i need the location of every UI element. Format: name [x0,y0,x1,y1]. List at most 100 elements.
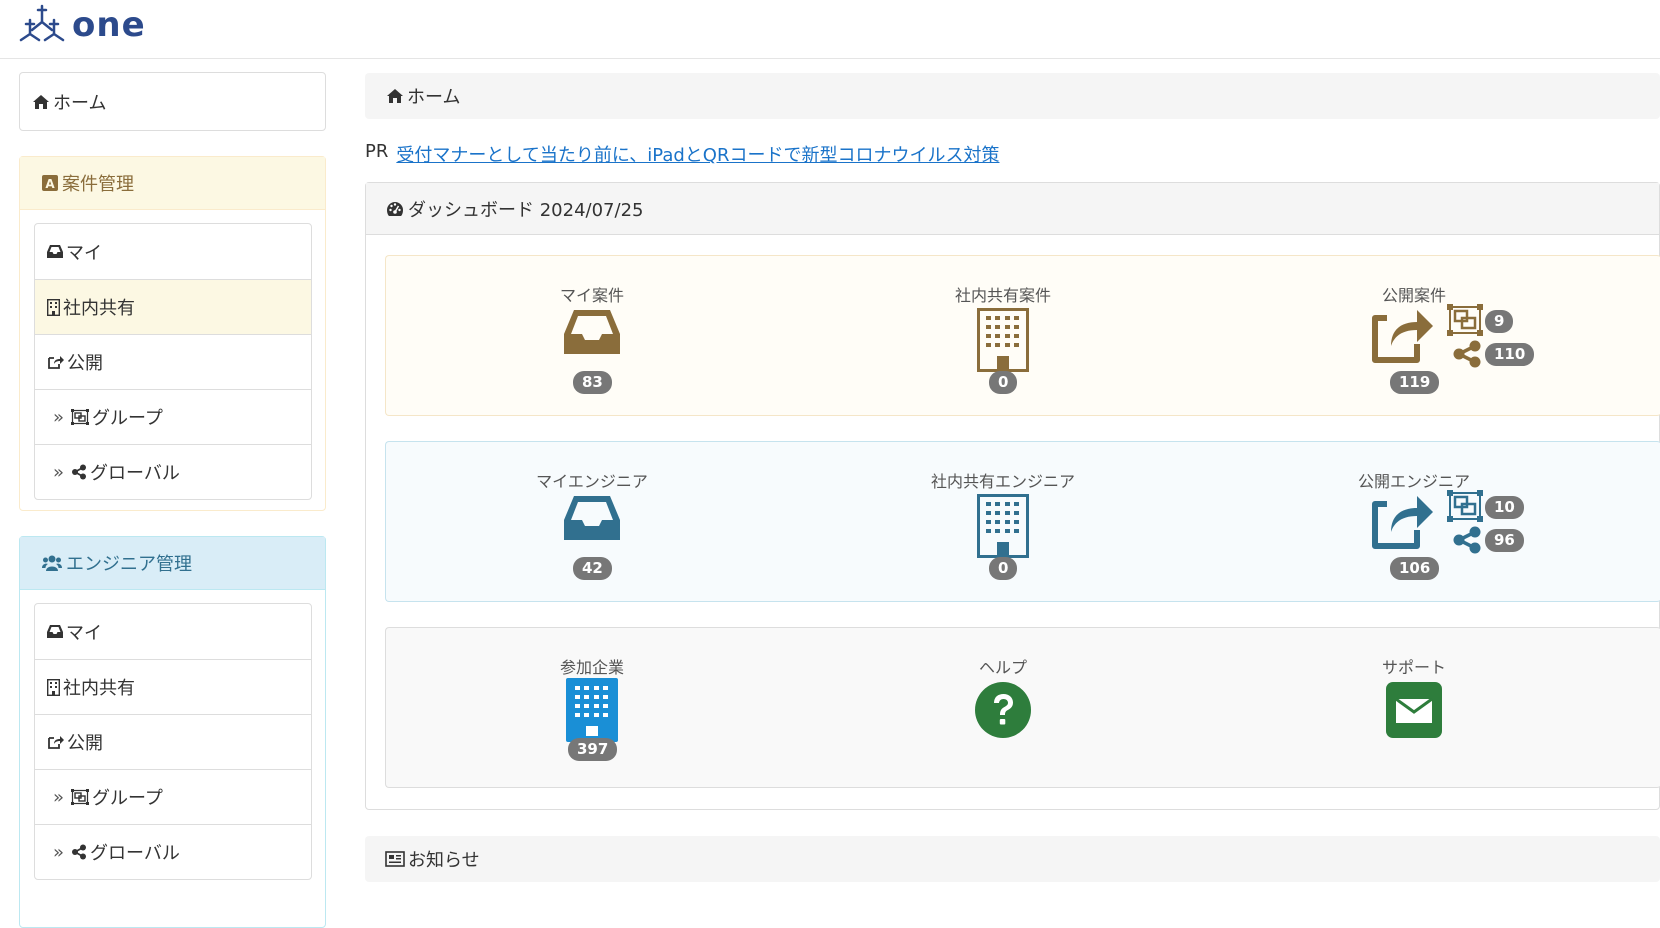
home-icon [387,89,403,103]
project-management-panel: A 案件管理 マイ 社内共有 公開 » グループ » グローバル [19,156,326,511]
brand-logo[interactable]: one [18,4,146,46]
object-group-icon [1447,490,1483,522]
sidebar-item-engineer-public[interactable]: 公開 [35,714,311,769]
chevron-double-right-icon: » [53,786,65,808]
breadcrumb: ホーム [365,73,1660,119]
sidebar-item-label: グローバル [90,463,180,484]
share-square-icon [48,735,64,749]
object-group-icon [71,789,90,805]
sidebar-item-engineer-group[interactable]: » グループ [35,769,311,824]
tile-label: マイエンジニア [536,472,648,491]
share-alt-icon [72,844,87,860]
newspaper-icon [385,851,405,867]
share-alt-icon [1452,526,1482,554]
font-a-icon: A [42,175,58,191]
shared-projects-tile[interactable]: 社内共有案件 0 [883,256,1123,417]
chevron-double-right-icon: » [53,841,65,863]
sidebar-item-project-group[interactable]: » グループ [35,389,311,444]
svg-text:A: A [45,177,55,191]
sidebar-item-label: 社内共有 [63,298,135,319]
public-engineers-tile[interactable]: 公開エンジニア 10 96 106 [1294,442,1534,603]
engineer-management-title: エンジニア管理 [66,554,192,575]
sidebar-item-label: 公開 [67,353,103,374]
object-group-icon [71,409,90,425]
chevron-double-right-icon: » [53,406,65,428]
envelope-square-icon [1386,682,1442,738]
chevron-double-right-icon: » [53,461,65,483]
engineer-stats-row: マイエンジニア 42 社内共有エンジニア 0 公開エンジニア 10 96 106 [385,441,1660,602]
shared-engineers-count-badge: 0 [989,557,1018,580]
sidebar-item-project-global[interactable]: » グローバル [35,444,311,499]
header-divider [0,58,1660,59]
pr-link[interactable]: 受付マナーとして当たり前に、iPadとQRコードで新型コロナウイルス対策 [396,141,999,167]
shared-projects-count-badge: 0 [989,371,1018,394]
shared-engineers-tile[interactable]: 社内共有エンジニア 0 [883,442,1123,603]
share-square-icon [48,355,64,369]
tile-label: 公開エンジニア [1357,472,1470,491]
public-projects-global-badge: 110 [1485,343,1535,366]
share-square-icon [1371,308,1433,364]
engineer-nav-list: マイ 社内共有 公開 » グループ » グローバル [34,603,312,880]
logo-mark-icon [19,4,65,42]
misc-row: 参加企業 397 ヘルプ サポート [385,627,1660,788]
question-circle-icon [975,682,1031,738]
brand-name: one [72,5,146,45]
dashboard-header: ダッシュボード 2024/07/25 [366,183,1659,235]
building-icon [47,678,60,696]
sidebar-item-project-shared[interactable]: 社内共有 [35,279,311,334]
sidebar-item-label: マイ [66,242,102,264]
sidebar-item-label: 公開 [67,733,103,754]
sidebar-item-project-my[interactable]: マイ [35,224,311,279]
project-nav-list: マイ 社内共有 公開 » グループ » グローバル [34,223,312,500]
engineer-management-header: エンジニア管理 [20,537,325,590]
building-icon [977,494,1029,558]
building-filled-icon [566,678,618,742]
my-engineers-count-badge: 42 [573,557,612,580]
public-engineers-global-badge: 96 [1485,529,1524,552]
notice-header: お知らせ [365,836,1660,882]
tile-label: 公開案件 [1381,286,1446,305]
sidebar-item-engineer-global[interactable]: » グローバル [35,824,311,879]
my-projects-tile[interactable]: マイ案件 83 [472,256,712,417]
home-icon [33,94,49,109]
public-projects-tile[interactable]: 公開案件 9 110 119 [1294,256,1535,417]
companies-tile[interactable]: 参加企業 397 [472,628,712,789]
public-engineers-group-badge: 10 [1485,496,1524,519]
inbox-icon [564,308,620,356]
project-management-header: A 案件管理 [20,157,325,210]
breadcrumb-home[interactable]: ホーム [407,83,460,109]
sidebar-item-label: 社内共有 [63,678,135,699]
tile-label: ヘルプ [978,658,1027,677]
engineer-management-panel: エンジニア管理 マイ 社内共有 公開 » グループ » グローバル [19,536,326,928]
sidebar-item-project-public[interactable]: 公開 [35,334,311,389]
pr-prefix: PR [365,141,389,162]
sidebar-item-engineer-shared[interactable]: 社内共有 [35,659,311,714]
share-square-icon [1371,494,1433,550]
my-projects-count-badge: 83 [573,371,612,394]
notice-title: お知らせ [408,850,480,871]
tile-label: サポート [1381,658,1446,677]
inbox-icon [47,245,63,258]
tile-label: マイ案件 [559,286,624,305]
project-management-title: 案件管理 [62,174,134,195]
building-icon [47,298,60,316]
project-stats-row: マイ案件 83 社内共有案件 0 公開案件 9 110 119 [385,255,1660,416]
object-group-icon [1447,304,1483,336]
pr-banner: PR 受付マナーとして当たり前に、iPadとQRコードで新型コロナウイルス対策 [365,141,999,167]
my-engineers-tile[interactable]: マイエンジニア 42 [472,442,712,603]
tile-label: 社内共有エンジニア [930,472,1075,491]
sidebar-item-engineer-my[interactable]: マイ [35,604,311,659]
dashboard-title: ダッシュボード 2024/07/25 [408,199,644,221]
companies-count-badge: 397 [568,738,618,761]
sidebar-item-label: グループ [92,788,163,809]
sidebar-home-label: ホーム [53,92,107,114]
inbox-icon [564,494,620,542]
sidebar-home[interactable]: ホーム [19,72,326,131]
sidebar-item-label: グローバル [90,843,180,864]
users-icon [42,555,62,571]
tile-label: 参加企業 [559,658,624,677]
building-icon [977,308,1029,372]
share-alt-icon [1452,340,1482,368]
help-tile[interactable]: ヘルプ [883,628,1123,789]
support-tile[interactable]: サポート [1294,628,1534,789]
